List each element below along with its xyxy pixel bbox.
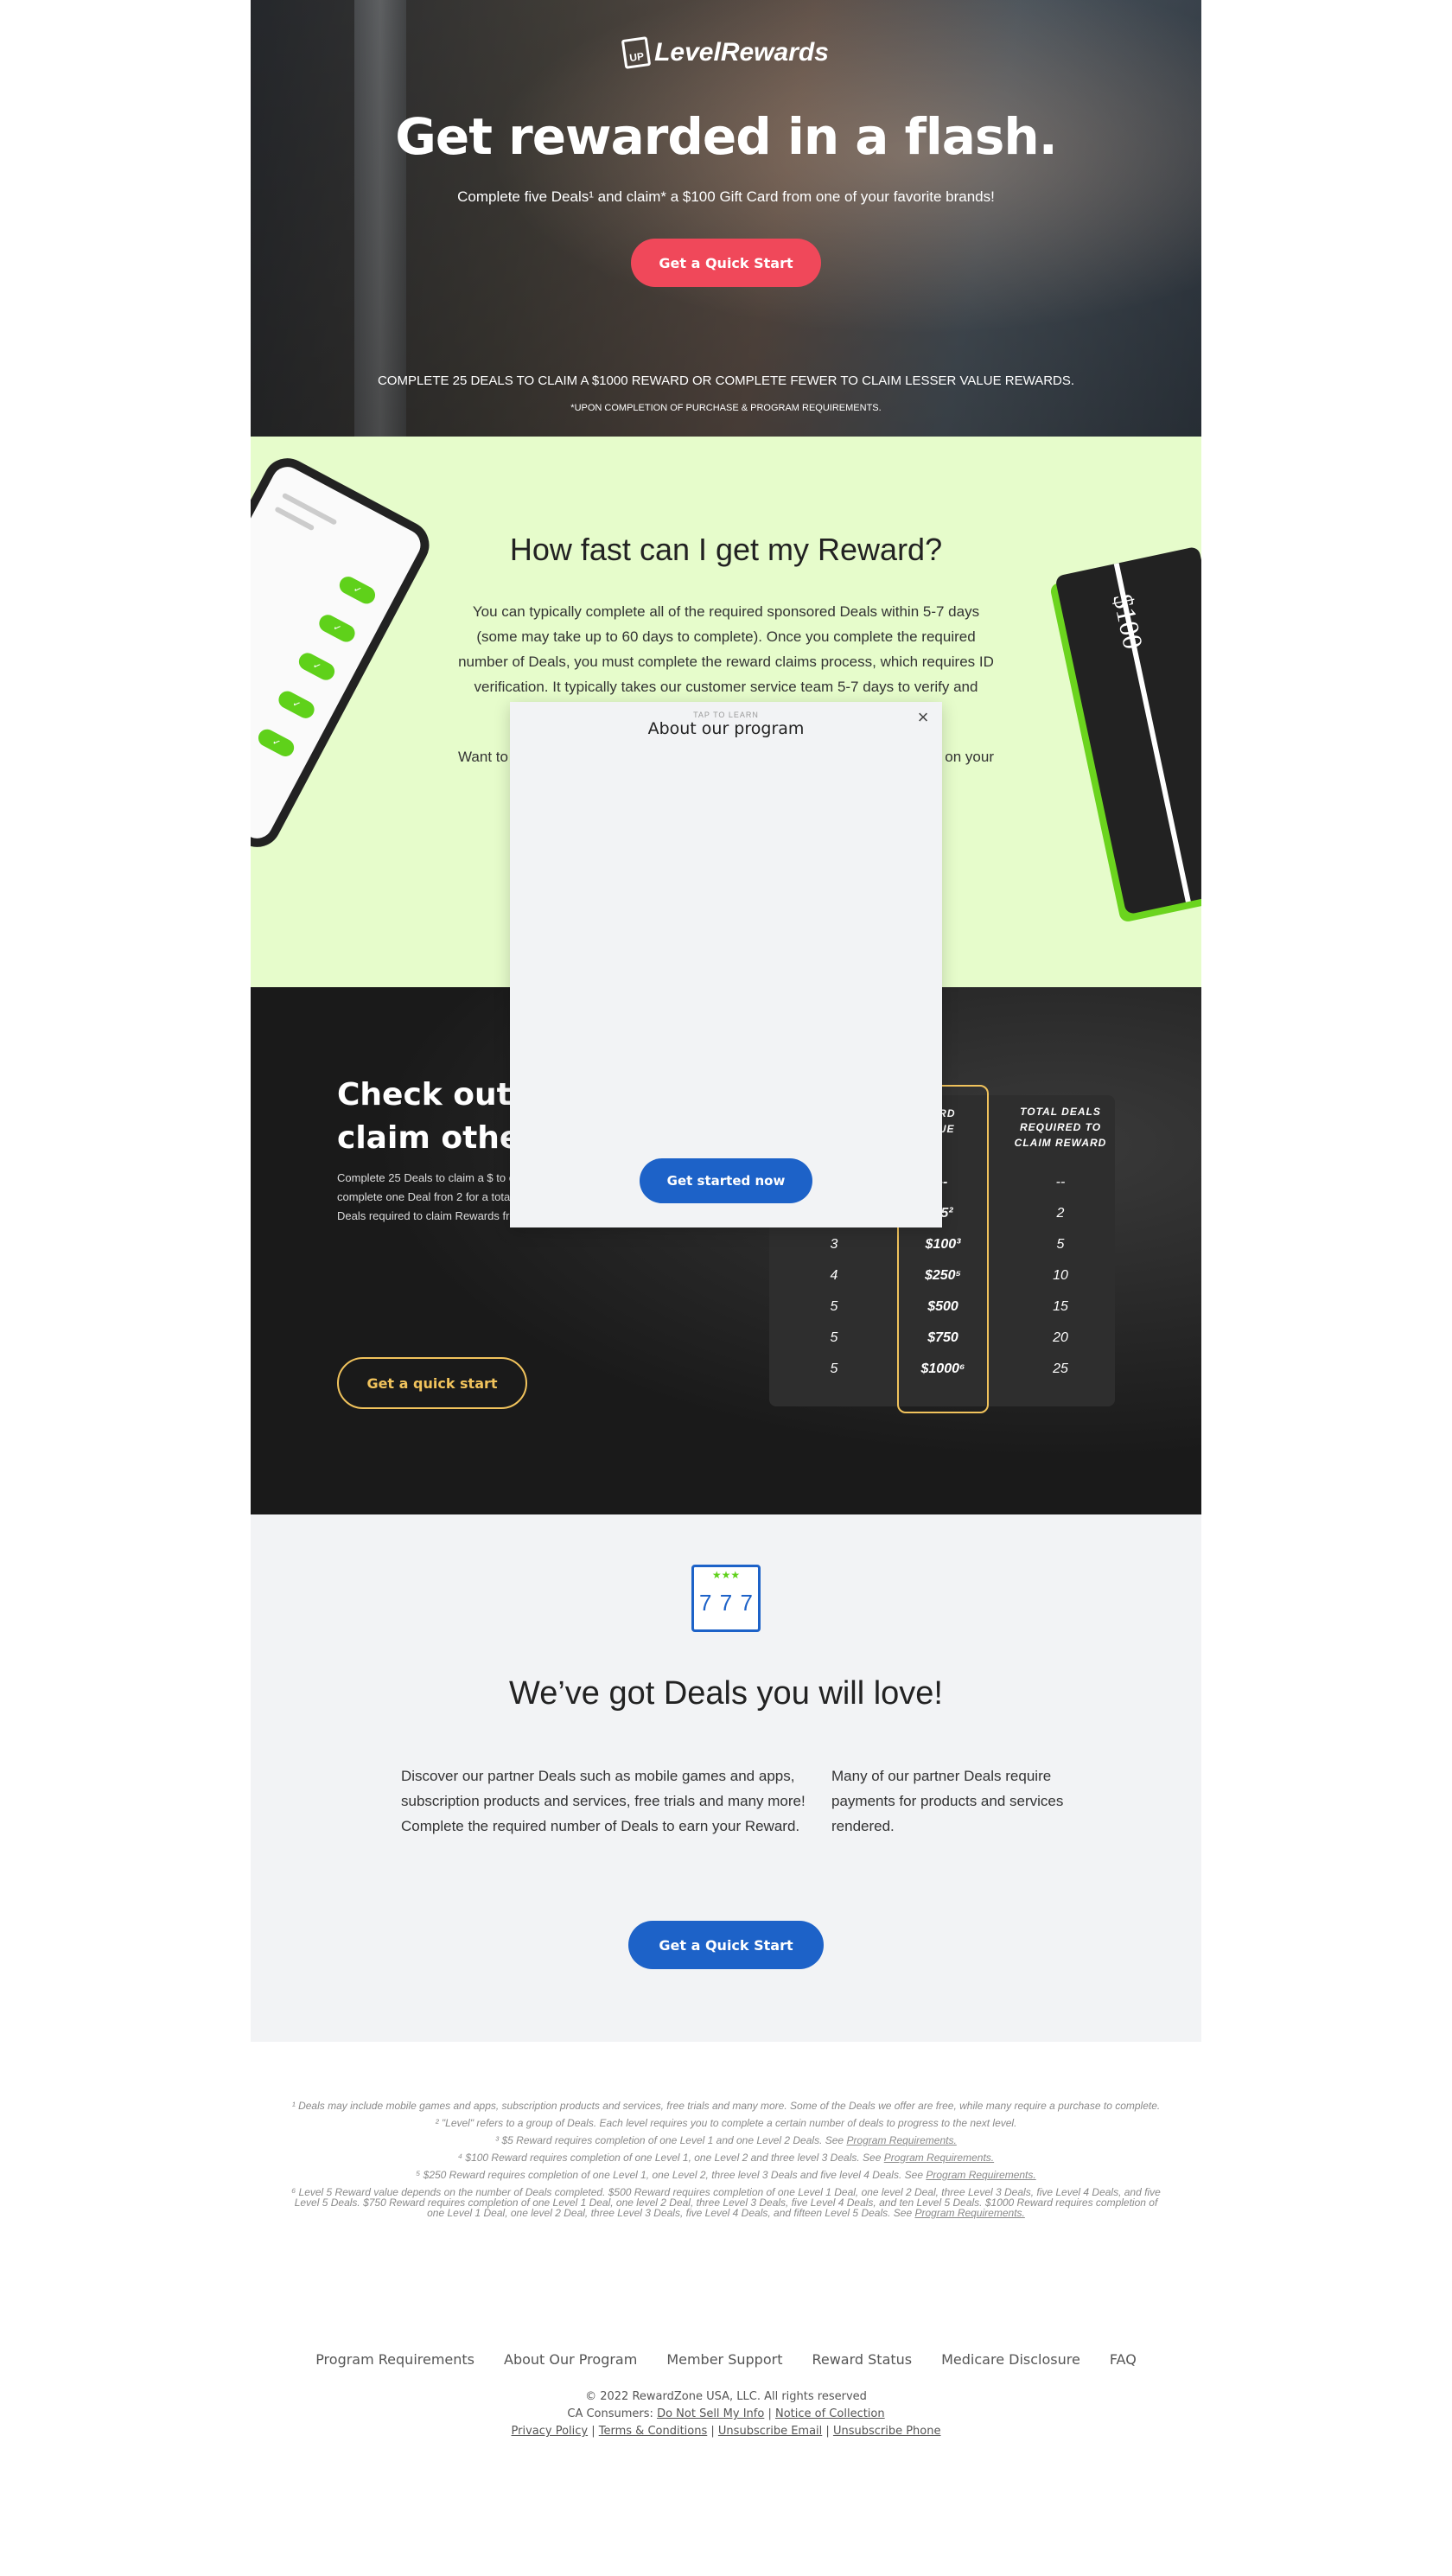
table-cell-value: $100³ — [925, 1237, 961, 1252]
hero-quick-start-button[interactable]: Get a Quick Start — [631, 239, 821, 287]
deals-quick-start-button[interactable]: Get a Quick Start — [628, 1921, 824, 1969]
footer-link-member-support[interactable]: Member Support — [666, 2351, 782, 2368]
landing-page: UP LevelRewards Get rewarded in a flash.… — [0, 0, 1452, 2576]
table-cell-value: $500 — [927, 1299, 958, 1314]
program-requirements-link[interactable]: Program Requirements. — [926, 2169, 1035, 2181]
table-cell-value: $750 — [927, 1330, 958, 1345]
stars-icon: ★★★ — [711, 1569, 741, 1581]
gift-card-illustration: $100 — [1054, 545, 1201, 915]
gift-card-amount: $100 — [1107, 590, 1150, 653]
table-row: 5 $1000⁶ 25 — [769, 1361, 1115, 1393]
footer-link-reward-status[interactable]: Reward Status — [812, 2351, 912, 2368]
footer-legal: © 2022 RewardZone USA, LLC. All rights r… — [251, 2388, 1201, 2440]
table-row: 5 $750 20 — [769, 1330, 1115, 1361]
do-not-sell-link[interactable]: Do Not Sell My Info — [657, 2407, 764, 2420]
terms-link[interactable]: Terms & Conditions — [599, 2425, 708, 2438]
program-requirements-link[interactable]: Program Requirements. — [914, 2207, 1024, 2219]
slot-machine-icon: ★★★ 7 7 7 — [691, 1565, 761, 1632]
phone-illustration: ✓ ✓ ✓ ✓ ✓ — [251, 450, 438, 856]
footer-link-about-program[interactable]: About Our Program — [504, 2351, 637, 2368]
hero-note: Complete 25 deals to claim a $1000 rewar… — [377, 373, 1075, 388]
table-row: 5 $500 15 — [769, 1299, 1115, 1330]
table-cell-deals: 15 — [1053, 1299, 1068, 1314]
program-requirements-link[interactable]: PURCHASE & PROGRAM REQUIREMENTS. — [686, 403, 882, 413]
levels-quick-start-button[interactable]: Get a quick start — [337, 1357, 527, 1409]
how-fast-title: How fast can I get my Reward? — [509, 532, 943, 567]
table-cell-level: 4 — [830, 1268, 838, 1283]
table-row: 3 $100³ 5 — [769, 1237, 1115, 1268]
footnote-1: ¹ Deals may include mobile games and app… — [291, 2100, 1161, 2112]
table-cell-value: $250⁵ — [924, 1268, 962, 1283]
footnote-4: ⁴ $100 Reward requires completion of one… — [457, 2152, 995, 2164]
table-cell-deals: 5 — [1056, 1237, 1065, 1252]
deals-title: We’ve got Deals you will love! — [509, 1675, 943, 1712]
footer: Program Requirements About Our Program M… — [251, 2351, 1201, 2440]
levelrewards-logo[interactable]: UP LevelRewards — [251, 36, 1201, 69]
table-cell-deals: 20 — [1053, 1330, 1068, 1345]
copyright: © 2022 RewardZone USA, LLC. All rights r… — [585, 2390, 867, 2403]
footnote-3: ³ $5 Reward requires completion of one L… — [495, 2134, 957, 2146]
footer-link-faq[interactable]: FAQ — [1110, 2351, 1137, 2368]
table-cell-level: 5 — [830, 1361, 838, 1376]
program-requirements-link[interactable]: Program Requirements. — [884, 2152, 994, 2164]
unsubscribe-phone-link[interactable]: Unsubscribe Phone — [833, 2425, 941, 2438]
footnote-2: ² "Level" refers to a group of Deals. Ea… — [435, 2117, 1017, 2129]
about-program-modal[interactable]: TAP TO LEARN About our program × Get sta… — [510, 702, 942, 1227]
footnote-5: ⁵ $250 Reward requires completion of one… — [416, 2169, 1036, 2181]
shopping-bag-icon: UP — [621, 36, 652, 69]
privacy-policy-link[interactable]: Privacy Policy — [512, 2425, 589, 2438]
close-icon[interactable]: × — [913, 707, 933, 728]
unsubscribe-email-link[interactable]: Unsubscribe Email — [718, 2425, 822, 2438]
table-cell-deals: 10 — [1053, 1268, 1068, 1283]
table-cell-level: 5 — [830, 1330, 838, 1345]
deals-section: ★★★ 7 7 7 We’ve got Deals you will love!… — [251, 1514, 1201, 2042]
table-header-total-deals: TOTAL DEALS REQUIRED TO CLAIM REWARD — [1014, 1106, 1107, 1149]
get-started-button[interactable]: Get started now — [640, 1158, 812, 1203]
table-cell-value: $1000⁶ — [920, 1361, 965, 1376]
table-cell-deals: 2 — [1056, 1206, 1065, 1221]
notice-of-collection-link[interactable]: Notice of Collection — [775, 2407, 885, 2420]
modal-tap-label: TAP TO LEARN — [693, 711, 759, 719]
modal-title: About our program — [647, 719, 805, 738]
footer-link-medicare-disclosure[interactable]: Medicare Disclosure — [941, 2351, 1080, 2368]
deals-left-text: Discover our partner Deals such as mobil… — [401, 1768, 806, 1834]
hero-section: UP LevelRewards Get rewarded in a flash.… — [251, 0, 1201, 437]
table-cell-level: 3 — [830, 1237, 838, 1252]
footer-link-program-requirements[interactable]: Program Requirements — [315, 2351, 474, 2368]
deals-right-text: Many of our partner Deals require paymen… — [831, 1768, 1064, 1834]
hero-title: Get rewarded in a flash. — [395, 107, 1058, 166]
footnotes: ¹ Deals may include mobile games and app… — [251, 2101, 1201, 2225]
program-requirements-link[interactable]: Program Requirements. — [846, 2134, 956, 2146]
logo-text: LevelRewards — [654, 38, 829, 67]
hero-subtitle: Complete five Deals¹ and claim* a $100 G… — [457, 188, 995, 205]
footer-nav: Program Requirements About Our Program M… — [251, 2351, 1201, 2368]
footnote-6: ⁶ Level 5 Reward value depends on the nu… — [291, 2186, 1161, 2219]
table-cell-deals: 25 — [1053, 1361, 1068, 1376]
hero-note-requirements: *UPON COMPLETION OF PURCHASE & PROGRAM R… — [570, 403, 882, 413]
table-cell-deals: -- — [1055, 1175, 1066, 1189]
how-fast-paragraph: You can typically complete all of the re… — [458, 603, 994, 695]
table-row: 4 $250⁵ 10 — [769, 1268, 1115, 1299]
table-cell-level: 5 — [830, 1299, 838, 1314]
